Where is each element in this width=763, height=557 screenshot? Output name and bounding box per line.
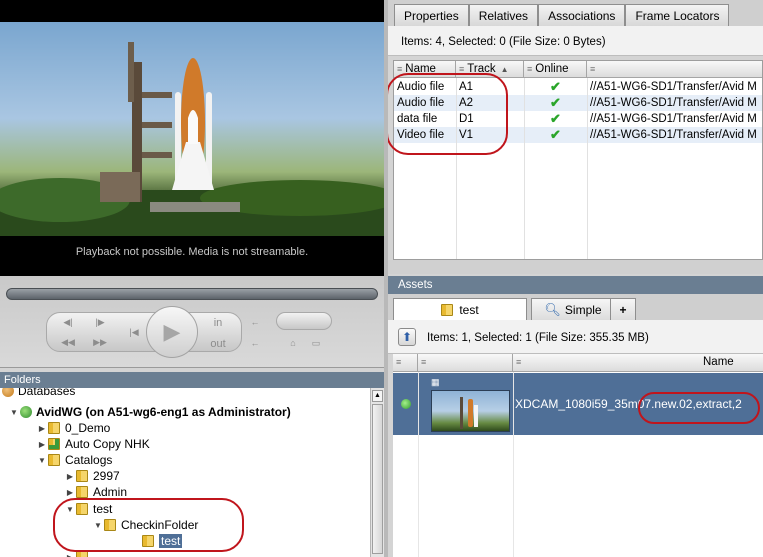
tree-item-catalogs[interactable]: ▼ Catalogs bbox=[36, 452, 112, 468]
scrub-bar[interactable] bbox=[6, 288, 378, 300]
sort-ascending-icon: ▲ bbox=[500, 65, 509, 74]
collapse-arrow-icon[interactable]: ▶ bbox=[36, 424, 48, 433]
rewind-icon[interactable]: ◀◀ bbox=[60, 337, 76, 348]
assets-status-text: Items: 1, Selected: 1 (File Size: 355.35… bbox=[427, 332, 649, 344]
annotation-circle-folders bbox=[53, 498, 244, 552]
tree-item-label: Databases bbox=[18, 388, 76, 398]
column-header-name[interactable]: ≡ Name bbox=[513, 354, 763, 372]
tree-item-label: 2997 bbox=[93, 469, 120, 483]
vertical-splitter[interactable] bbox=[384, 0, 388, 557]
tree-item-label: Auto Copy NHK bbox=[65, 437, 150, 451]
tree-item-avidwg[interactable]: ▼ AvidWG (on A51-wg6-eng1 as Administrat… bbox=[8, 404, 291, 420]
properties-tab-bar: Properties Relatives Associations Frame … bbox=[388, 0, 763, 26]
online-check-icon: ✔ bbox=[550, 79, 561, 94]
assets-status-bar: ⬆ Items: 1, Selected: 1 (File Size: 355.… bbox=[388, 320, 763, 354]
expand-arrow-icon[interactable]: ▼ bbox=[36, 456, 48, 465]
tab-relatives[interactable]: Relatives bbox=[468, 4, 539, 26]
play-button[interactable]: ▶ bbox=[146, 306, 198, 358]
fast-forward-icon[interactable]: ▶▶ bbox=[92, 337, 108, 348]
previous-frame-icon[interactable]: ◀| bbox=[60, 317, 76, 328]
online-status-icon bbox=[401, 399, 411, 409]
folder-icon bbox=[48, 454, 60, 466]
tab-simple-search[interactable]: 🔍︎ Simple bbox=[531, 298, 615, 320]
column-header-path[interactable]: ≡ bbox=[587, 61, 762, 78]
cell-path: //A51-WG6-SD1/Transfer/Avid M bbox=[590, 113, 757, 125]
column-header-thumbnail[interactable]: ≡ bbox=[418, 354, 513, 372]
collapse-arrow-icon[interactable]: ▶ bbox=[64, 488, 76, 497]
add-tab-button[interactable]: + bbox=[610, 298, 636, 320]
tree-item-2997[interactable]: ▶ 2997 bbox=[64, 468, 120, 484]
tab-frame-locators[interactable]: Frame Locators bbox=[625, 4, 730, 26]
assets-panel-title: Assets bbox=[388, 276, 763, 294]
tree-item-label: Admin bbox=[93, 485, 128, 499]
collapse-arrow-icon[interactable]: ▶ bbox=[64, 472, 76, 481]
assets-tab-bar: test 🔍︎ Simple + bbox=[388, 294, 763, 320]
launch-pad-image bbox=[0, 42, 384, 236]
tab-test[interactable]: test bbox=[393, 298, 527, 320]
folder-icon bbox=[48, 422, 60, 434]
tree-item-label: Catalogs bbox=[65, 453, 113, 467]
go-to-out-icon[interactable]: ← bbox=[248, 338, 262, 348]
fullscreen-icon[interactable]: ▭ bbox=[306, 338, 326, 349]
folder-icon bbox=[76, 470, 88, 482]
tree-item-0-demo[interactable]: ▶ 0_Demo bbox=[36, 420, 110, 436]
tree-item-databases[interactable]: Databases bbox=[2, 388, 75, 399]
online-check-icon: ✔ bbox=[550, 111, 561, 126]
asset-thumbnail[interactable] bbox=[431, 390, 510, 432]
column-header-online[interactable]: ≡ Online bbox=[524, 61, 587, 78]
online-check-icon: ✔ bbox=[550, 95, 561, 110]
collapse-arrow-icon[interactable]: ▶ bbox=[64, 553, 76, 557]
tree-item-label: AvidWG (on A51-wg6-eng1 as Administrator… bbox=[36, 405, 291, 419]
folders-panel-title: Folders bbox=[0, 372, 384, 388]
mark-out-button[interactable]: out bbox=[206, 338, 230, 350]
folder-icon bbox=[76, 486, 88, 498]
column-header-status[interactable]: ≡ bbox=[393, 354, 418, 372]
next-frame-icon[interactable]: |▶ bbox=[92, 317, 108, 328]
cell-path: //A51-WG6-SD1/Transfer/Avid M bbox=[590, 129, 757, 141]
up-level-icon[interactable]: ⬆ bbox=[398, 328, 416, 346]
mark-in-button[interactable]: in bbox=[206, 317, 230, 329]
tab-properties[interactable]: Properties bbox=[394, 4, 469, 26]
properties-footer bbox=[388, 260, 763, 274]
collapse-arrow-icon[interactable]: ▶ bbox=[36, 440, 48, 449]
tab-label: test bbox=[459, 302, 479, 317]
audio-routing-icon[interactable]: ⌂ bbox=[284, 338, 302, 348]
annotation-circle-files bbox=[386, 73, 508, 155]
go-to-in-icon[interactable]: ← bbox=[248, 317, 262, 327]
auto-folder-icon bbox=[48, 438, 60, 450]
go-to-start-icon[interactable]: |◀ bbox=[126, 327, 142, 338]
media-player: Playback not possible. Media is not stre… bbox=[0, 0, 384, 276]
tab-associations[interactable]: Associations bbox=[538, 4, 626, 26]
cell-path: //A51-WG6-SD1/Transfer/Avid M bbox=[590, 97, 757, 109]
playback-message: Playback not possible. Media is not stre… bbox=[75, 246, 309, 258]
folders-scrollbar[interactable]: ▲ bbox=[370, 388, 384, 557]
scroll-up-icon[interactable]: ▲ bbox=[372, 390, 383, 402]
annotation-circle-asset-name bbox=[638, 392, 760, 424]
properties-status: Items: 4, Selected: 0 (File Size: 0 Byte… bbox=[388, 26, 763, 56]
cell-path: //A51-WG6-SD1/Transfer/Avid M bbox=[590, 81, 757, 93]
scroll-thumb[interactable] bbox=[372, 404, 383, 554]
video-preview bbox=[0, 22, 384, 236]
folder-icon bbox=[441, 303, 454, 316]
online-check-icon: ✔ bbox=[550, 127, 561, 142]
tree-item-auto-copy-nhk[interactable]: ▶ Auto Copy NHK bbox=[36, 436, 150, 452]
volume-control[interactable] bbox=[276, 312, 332, 330]
tab-label: Simple bbox=[564, 302, 602, 317]
assets-table-header: ≡ ≡ ≡ Name bbox=[393, 354, 763, 372]
expand-arrow-icon[interactable]: ▼ bbox=[8, 408, 20, 417]
database-icon bbox=[2, 388, 14, 397]
video-clip-icon: ▦ bbox=[431, 377, 440, 387]
server-icon bbox=[20, 406, 32, 418]
tree-item-label: 0_Demo bbox=[65, 421, 111, 435]
search-icon: 🔍︎ bbox=[544, 301, 561, 317]
